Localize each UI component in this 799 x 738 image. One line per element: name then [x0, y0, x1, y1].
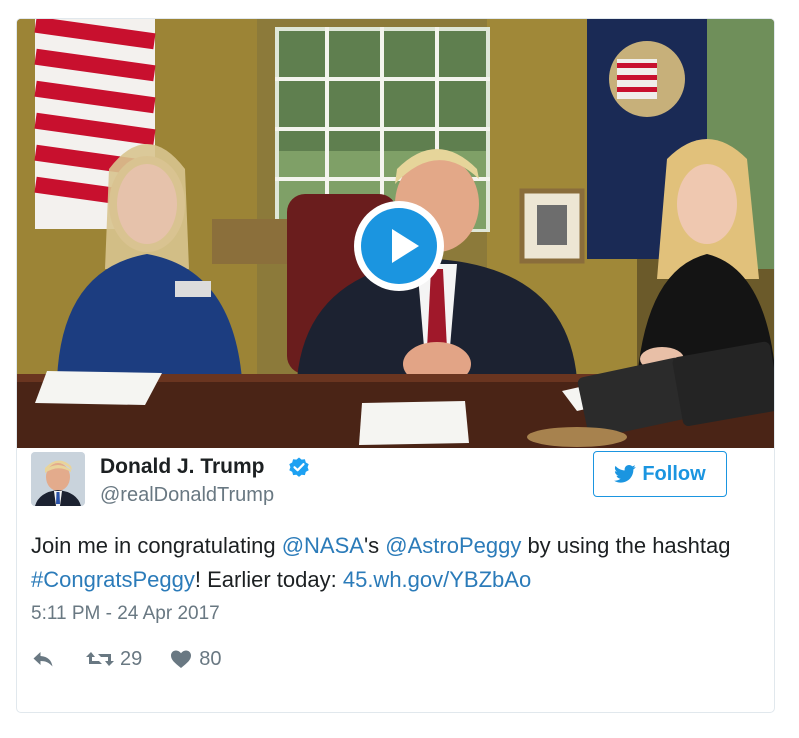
hashtag-link-congratspeggy[interactable]: #CongratsPeggy: [31, 567, 195, 592]
reply-icon: [33, 652, 53, 667]
retweet-button[interactable]: 29: [85, 648, 142, 671]
retweet-icon: [86, 652, 114, 666]
tweet-text-segment: Join me in congratulating: [31, 533, 282, 558]
heart-icon: [171, 650, 192, 668]
twitter-bird-icon: [614, 465, 636, 483]
tweet-text-segment: by using the hashtag: [521, 533, 731, 558]
retweet-count: 29: [120, 647, 143, 670]
video-thumbnail[interactable]: [17, 19, 774, 448]
mention-link-astropeggy[interactable]: @AstroPeggy: [385, 533, 521, 558]
tweet-timestamp[interactable]: 5:11 PM - 24 Apr 2017: [31, 603, 220, 625]
tweet-text: Join me in congratulating @NASA's @Astro…: [31, 529, 731, 597]
mention-link-nasa[interactable]: @NASA: [282, 533, 364, 558]
tweet-text-segment: 's: [363, 533, 386, 558]
follow-button[interactable]: Follow: [593, 451, 727, 497]
url-link[interactable]: 45.wh.gov/YBZbAo: [343, 567, 531, 592]
reply-button[interactable]: [31, 649, 55, 669]
play-icon: [392, 229, 419, 263]
avatar[interactable]: [31, 452, 85, 506]
tweet-text-segment: ! Earlier today:: [194, 567, 343, 592]
tweet-actions: 29 80: [31, 647, 222, 671]
play-button-circle: [361, 208, 437, 284]
follow-button-label: Follow: [642, 462, 706, 485]
like-count: 80: [199, 647, 222, 670]
play-button[interactable]: [354, 201, 444, 291]
verified-badge-icon: [289, 457, 309, 477]
avatar-portrait-image: [31, 452, 85, 506]
like-button[interactable]: 80: [170, 647, 222, 671]
author-name[interactable]: Donald J. Trump: [100, 455, 265, 479]
author-handle[interactable]: @realDonaldTrump: [100, 484, 274, 507]
